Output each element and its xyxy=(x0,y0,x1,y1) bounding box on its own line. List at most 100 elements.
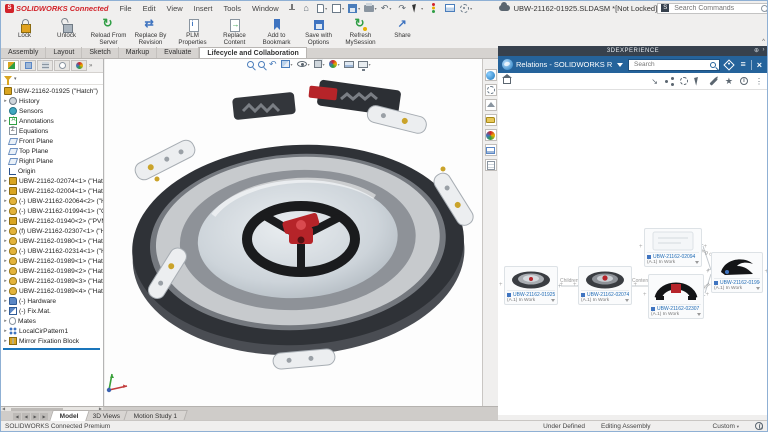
file-explorer-icon[interactable] xyxy=(485,114,497,126)
chevron-down-icon[interactable] xyxy=(756,287,760,290)
tab-dimxpert[interactable] xyxy=(54,60,70,71)
menu-item[interactable]: Edit xyxy=(138,3,161,14)
select-icon[interactable]: ▾ xyxy=(412,2,425,14)
tree-row[interactable]: ▸ UBW-21162-02074<1> ("Hatch Lid") xyxy=(2,176,103,186)
zoom-fit-icon[interactable] xyxy=(247,61,254,68)
tree-row[interactable]: ▸ UBW-21162-02004<1> ("Hatch Sprin xyxy=(2,186,103,196)
status-lights-icon[interactable] xyxy=(428,2,441,14)
expand-arrow-icon[interactable]: ▸ xyxy=(2,258,9,264)
settings-gear-icon[interactable] xyxy=(680,77,688,85)
search-icon[interactable] xyxy=(710,62,716,68)
tree-row[interactable]: ▸ (-) Hardware xyxy=(2,296,103,306)
tree-row[interactable]: ▸ UBW-21162-01989<3> ("Hatch Zinc xyxy=(2,276,103,286)
tree-row[interactable]: Equations xyxy=(2,126,103,136)
ribbon-tab[interactable]: Assembly xyxy=(1,47,46,58)
panels-icon[interactable] xyxy=(444,2,457,14)
display-style-icon[interactable]: ▾ xyxy=(314,60,325,68)
tree-row[interactable]: ▸ LocalCirPattern1 xyxy=(2,326,103,336)
tree-row[interactable]: Front Plane xyxy=(2,136,103,146)
hamburger-menu-icon[interactable]: ≡ xyxy=(740,60,745,69)
chevron-down-icon[interactable] xyxy=(625,299,629,302)
filter-icon[interactable] xyxy=(4,76,12,81)
scroll-left-icon[interactable]: ◀ xyxy=(2,406,5,411)
menu-item[interactable]: Window xyxy=(247,3,284,14)
tag-icon[interactable] xyxy=(724,59,735,70)
expand-arrow-icon[interactable]: ▸ xyxy=(2,298,9,304)
home-icon[interactable]: ⌂ xyxy=(300,2,313,14)
scene-icon[interactable] xyxy=(344,61,354,68)
tree-row[interactable]: ▸ Annotations xyxy=(2,116,103,126)
tree-row[interactable]: ▸ (-) UBW-21162-02064<2> ("Hatch Li xyxy=(2,196,103,206)
share-icon[interactable] xyxy=(665,77,673,85)
tab-scroll-last-icon[interactable]: ▶ xyxy=(40,413,48,420)
tree-row[interactable]: ▸ Mates xyxy=(2,316,103,326)
ribbon-tab[interactable]: Sketch xyxy=(82,47,118,58)
relation-node[interactable]: UBW-21162-02307 (A.1) In Work ++ xyxy=(648,274,704,319)
undo-icon[interactable]: ↶▾ xyxy=(380,2,393,14)
ribbon-tab[interactable]: Layout xyxy=(46,47,82,58)
configuration-selector[interactable]: Custom ▾ xyxy=(713,423,739,430)
hide-show-icon[interactable]: ▾ xyxy=(297,61,310,67)
expand-arrow-icon[interactable]: ▸ xyxy=(2,308,9,314)
expand-arrow-icon[interactable]: ▸ xyxy=(2,218,9,224)
previous-view-icon[interactable]: ↶ xyxy=(269,60,277,68)
tree-row[interactable]: ▸ History xyxy=(2,96,103,106)
open-icon[interactable]: ▾ xyxy=(332,2,345,14)
chevron-down-icon[interactable] xyxy=(551,299,555,302)
close-panel-icon[interactable]: × xyxy=(757,60,762,70)
appearance-icon[interactable]: ▾ xyxy=(329,60,340,68)
units-globe-icon[interactable] xyxy=(755,422,763,430)
tree-row[interactable]: Top Plane xyxy=(2,146,103,156)
ribbon-tab[interactable]: Markup xyxy=(119,47,157,58)
command-search[interactable]: S ▾ xyxy=(657,3,768,14)
expand-arrow-icon[interactable]: ▸ xyxy=(2,198,9,204)
appearances-icon[interactable] xyxy=(485,129,497,141)
tree-row[interactable]: ▸ UBW-21162-01989<4> ("Hatch Zinc xyxy=(2,286,103,296)
command-button[interactable]: Reload From Server xyxy=(88,17,129,47)
doc-tab[interactable]: Model xyxy=(49,410,89,421)
expand-arrow-icon[interactable]: ▸ xyxy=(2,228,9,234)
tab-scroll-next-icon[interactable]: ▶ xyxy=(31,413,39,420)
expand-arrow-icon[interactable]: ▸ xyxy=(2,178,9,184)
command-button[interactable]: Replace Content xyxy=(214,17,255,47)
command-button[interactable]: Replace By Revision xyxy=(130,17,171,47)
tree-row[interactable]: ▸ UBW-21162-01989<2> ("Hatch Zinc xyxy=(2,266,103,276)
view-orientation-icon[interactable]: ▾ xyxy=(358,61,371,68)
print-icon[interactable]: ▾ xyxy=(364,2,377,14)
scenes-icon[interactable] xyxy=(485,144,497,156)
more-options-icon[interactable]: ⋮ xyxy=(755,77,763,86)
favorite-star-icon[interactable]: ★ xyxy=(725,77,733,86)
menu-item[interactable]: Tools xyxy=(218,3,246,14)
tab-configurations[interactable] xyxy=(37,60,53,71)
options-gear-icon[interactable]: ▾ xyxy=(460,2,473,14)
command-button[interactable]: PLM Properties xyxy=(172,17,213,47)
custom-properties-icon[interactable] xyxy=(485,159,497,171)
relation-node[interactable]: UBW-21162-02094 (A.1) In Work ++ xyxy=(644,228,702,267)
pin-panel-icon[interactable]: › xyxy=(763,47,766,54)
command-button[interactable]: Refresh MySession xyxy=(340,17,381,47)
expand-arrow-icon[interactable]: ▸ xyxy=(2,238,9,244)
tree-row[interactable]: ▸ (-) UBW-21162-01994<1> ("Grabbin xyxy=(2,206,103,216)
expand-arrow-icon[interactable]: ▸ xyxy=(2,98,9,104)
app-switch-chevron-icon[interactable] xyxy=(617,63,623,67)
expand-arrow-icon[interactable]: ▸ xyxy=(2,268,9,274)
settings-gear-icon[interactable] xyxy=(485,84,497,96)
relation-node[interactable]: UBW-21162-02074 (A.1) In Work ++ xyxy=(578,266,632,305)
ribbon-tab[interactable]: Lifecycle and Collaboration xyxy=(199,47,306,58)
tree-row[interactable]: ▸ Mirror Fixation Block xyxy=(2,336,103,346)
command-search-input[interactable] xyxy=(672,4,758,13)
command-button[interactable]: Unlock xyxy=(46,17,87,40)
command-button[interactable]: Lock xyxy=(4,17,45,40)
info-icon[interactable]: i xyxy=(740,77,748,85)
expand-arrow-icon[interactable]: ▸ xyxy=(2,188,9,194)
tree-row[interactable]: Origin xyxy=(2,166,103,176)
chevron-down-icon[interactable] xyxy=(695,261,699,264)
threedexperience-globe-icon[interactable] xyxy=(485,69,497,81)
tree-row[interactable]: UBW-21162-01925 ("Hatch") xyxy=(2,86,103,96)
expand-arrow-icon[interactable]: ↘ xyxy=(651,77,658,86)
expand-arrow-icon[interactable]: ▸ xyxy=(2,318,9,324)
expand-arrow-icon[interactable]: ▸ xyxy=(2,278,9,284)
rollback-bar[interactable] xyxy=(3,348,100,350)
relation-node[interactable]: UBW-21162-01925 (A.1) In Work ++ xyxy=(504,266,558,305)
save-icon[interactable]: ▾ xyxy=(348,2,361,14)
